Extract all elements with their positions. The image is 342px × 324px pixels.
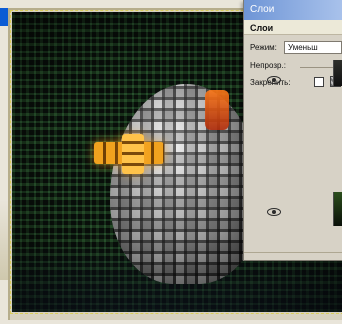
layer-thumbnail-top[interactable] [333, 60, 342, 86]
eye-icon[interactable] [267, 208, 281, 216]
left-toolbar-edge [0, 200, 8, 280]
layers-panel: Слои Слои Режим: Уменьш Непрозр.: Закреп… [243, 0, 342, 261]
tab-layers[interactable]: Слои [250, 23, 273, 33]
layer-thumbnail-bottom[interactable] [333, 192, 342, 226]
blend-mode-row: Режим: Уменьш [244, 39, 342, 57]
lock-transparency-checkbox[interactable] [314, 77, 324, 87]
panel-tabs: Слои [244, 20, 342, 35]
opacity-row: Непрозр.: [244, 59, 342, 73]
panel-title: Слои [250, 4, 275, 15]
left-toolbar-tab[interactable] [0, 8, 8, 26]
layers-list [244, 92, 342, 257]
layer-row-top[interactable] [244, 92, 342, 164]
blend-mode-label: Режим: [250, 43, 277, 52]
eye-icon[interactable] [267, 76, 281, 84]
panel-titlebar[interactable]: Слои [244, 0, 342, 20]
blend-mode-select[interactable]: Уменьш [284, 41, 342, 54]
opacity-label: Непрозр.: [250, 61, 286, 70]
layer-row-bottom[interactable] [244, 188, 342, 253]
lock-row: Закрепить: [244, 74, 342, 90]
